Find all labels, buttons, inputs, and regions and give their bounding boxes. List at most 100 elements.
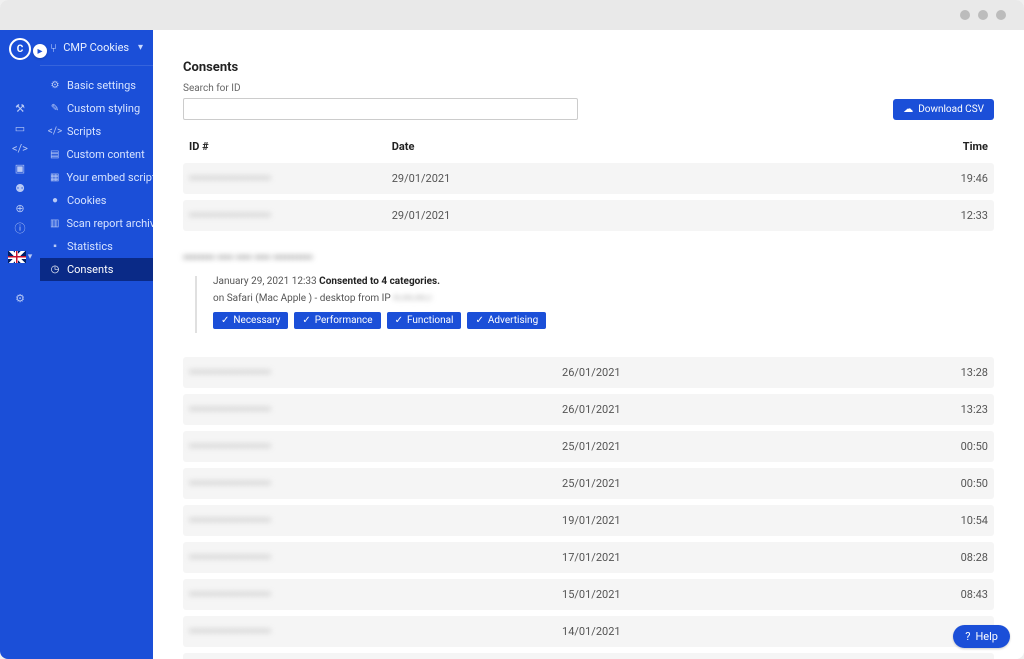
sidebar-item-basic-settings[interactable]: ⚙ Basic settings — [40, 74, 153, 97]
sidebar-item-label: Your embed script — [66, 171, 155, 184]
row-time: 00:50 — [837, 431, 994, 462]
rail-sitemap-icon[interactable]: ⚒ — [0, 98, 40, 118]
table-row[interactable]: ••••••••••••••••••••••29/01/202112:33 — [183, 200, 994, 231]
table-row[interactable]: ••••••••••••••••••••••14/01/2021 — [183, 653, 994, 659]
sidebar-item-label: Consents — [67, 263, 113, 276]
chevron-down-icon: ▾ — [138, 42, 143, 53]
row-time: 13:23 — [837, 394, 994, 425]
chip-label: Performance — [315, 315, 373, 326]
note-icon: ▤ — [50, 149, 59, 160]
row-id: •••••••••••••••••••••• — [189, 366, 271, 379]
check-icon: ✓ — [395, 315, 403, 326]
chip-label: Functional — [407, 315, 454, 326]
sidebar-item-label: Custom styling — [67, 102, 140, 115]
row-id: •••••••••••••••••••••• — [189, 403, 271, 416]
nav-rail: C ▸ ⚒▭</>▣⚉⊕ⓘ ▾ ⚙ — [0, 30, 40, 659]
sidebar-item-custom-content[interactable]: ▤ Custom content — [40, 143, 153, 166]
rail-users-icon[interactable]: ⚉ — [0, 178, 40, 198]
row-date: 19/01/2021 — [556, 505, 837, 536]
table-row[interactable]: ••••••••••••••••••••••15/01/202108:43 — [183, 579, 994, 610]
check-icon: ✓ — [302, 315, 310, 326]
chevron-down-icon: ▾ — [28, 252, 33, 262]
col-time: Time — [872, 136, 994, 157]
table-row[interactable]: ••••••••••••••••••••••25/01/202100:50 — [183, 431, 994, 462]
table-row[interactable]: ••••••••••••••••••••••29/01/202119:46 — [183, 163, 994, 194]
chip-label: Necessary — [233, 315, 280, 326]
cookie-icon: ● — [50, 195, 60, 206]
row-date: 14/01/2021 — [556, 653, 837, 659]
app-logo[interactable]: C — [9, 38, 31, 60]
titlebar — [0, 0, 1024, 30]
sidebar-brand[interactable]: ⑂ CMP Cookies ▾ — [40, 30, 153, 66]
sidebar-item-cookies[interactable]: ●Cookies — [40, 189, 153, 212]
sidebar-item-label: Basic settings — [67, 79, 136, 92]
sidebar-item-consents[interactable]: ◷Consents — [40, 258, 153, 281]
row-id: •••••••••••••••••••••• — [189, 172, 271, 185]
main-content: Consents Search for ID ☁ Download CSV ID… — [153, 30, 1024, 659]
row-id: •••••••••••••••••••••• — [189, 209, 271, 222]
rail-code-icon[interactable]: </> — [0, 138, 40, 158]
help-button[interactable]: ? Help — [953, 625, 1010, 648]
gear-icon: ⚙ — [15, 292, 25, 305]
table-row[interactable]: ••••••••••••••••••••••14/01/202117:37 — [183, 616, 994, 647]
table-row[interactable]: ••••••••••••••••••••••26/01/202113:28 — [183, 357, 994, 388]
row-time: 19:46 — [872, 163, 994, 194]
sidebar-brand-title: CMP Cookies — [63, 41, 132, 54]
help-label: Help — [975, 630, 998, 643]
detail-summary: January 29, 2021 12:33 Consented to 4 ca… — [213, 276, 994, 287]
consent-chips: ✓ Necessary ✓ Performance ✓ Functional ✓Advert… — [213, 312, 994, 329]
embed-icon: ▦ — [50, 172, 59, 183]
check-icon: ✓ — [221, 315, 229, 326]
detail-summary-bold: Consented to 4 categories. — [319, 276, 440, 287]
table-row[interactable]: ••••••••••••••••••••••26/01/202113:23 — [183, 394, 994, 425]
row-date: 15/01/2021 — [556, 579, 837, 610]
gear-icon: ⚙ — [50, 80, 60, 91]
window-dot — [960, 10, 970, 20]
row-id: •••••••••••••••••••••• — [189, 477, 271, 490]
consents-table-continued: ••••••••••••••••••••••26/01/202113:28•••… — [183, 351, 994, 659]
table-row[interactable]: •••••••••••••••••••••• 19/01/202110:54 — [183, 505, 994, 536]
row-date: 29/01/2021 — [386, 200, 873, 231]
sidebar-item-scripts[interactable]: </>Scripts — [40, 120, 153, 143]
sidebar: ⑂ CMP Cookies ▾ ⚙ Basic settings ✎Custom s… — [40, 30, 153, 659]
cloud-icon: ☁ — [903, 104, 913, 115]
consent-detail: •••••••• •••• •••• •••• •••••••••• Janua… — [183, 251, 994, 333]
help-icon: ? — [965, 630, 970, 643]
row-time: 10:54 — [837, 505, 994, 536]
table-row[interactable]: ••••••••••••••••••••••25/01/202100:50 — [183, 468, 994, 499]
detail-environment: on Safari (Mac Apple ) - desktop from IP… — [213, 293, 994, 304]
code-icon: </> — [50, 126, 60, 137]
sidebar-item-label: Statistics — [67, 240, 113, 253]
language-selector[interactable]: ▾ — [6, 248, 34, 266]
window-dot — [996, 10, 1006, 20]
search-input[interactable] — [183, 98, 578, 120]
collapse-sidebar-button[interactable]: ▸ — [33, 44, 47, 58]
row-time — [837, 653, 994, 659]
rail-info-icon[interactable]: ⓘ — [0, 218, 40, 238]
download-csv-button[interactable]: ☁ Download CSV — [893, 99, 994, 120]
chip-advertising: ✓Advertising — [467, 312, 546, 329]
row-time: 08:28 — [837, 542, 994, 573]
search-label: Search for ID — [183, 83, 578, 94]
row-id: •••••••••••••••••••••• — [189, 514, 271, 527]
sidebar-item-statistics[interactable]: ▪Statistics — [40, 235, 153, 258]
sidebar-item-label: Custom content — [66, 148, 144, 161]
download-csv-label: Download CSV — [918, 104, 984, 115]
detail-ip: ••.•••.•••.• — [393, 293, 431, 304]
rail-briefcase-icon[interactable]: ▭ — [0, 118, 40, 138]
detail-env-prefix: on Safari (Mac Apple ) - desktop from IP — [213, 293, 393, 304]
sidebar-item-your-embed-script[interactable]: ▦ Your embed script — [40, 166, 153, 189]
detail-id: •••••••• •••• •••• •••• •••••••••• — [183, 251, 313, 264]
rail-toolbox-icon[interactable]: ▣ — [0, 158, 40, 178]
page-title: Consents — [183, 60, 994, 75]
settings-rail-icon[interactable]: ⚙ — [0, 288, 40, 308]
col-date: Date — [386, 136, 873, 157]
row-date: 17/01/2021 — [556, 542, 837, 573]
detail-timestamp: January 29, 2021 12:33 — [213, 276, 319, 287]
rail-globe-icon[interactable]: ⊕ — [0, 198, 40, 218]
sidebar-item-custom-styling[interactable]: ✎Custom styling — [40, 97, 153, 120]
table-row[interactable]: ••••••••••••••••••••••17/01/202108:28 — [183, 542, 994, 573]
chip-functional: ✓ Functional — [387, 312, 462, 329]
sidebar-item-scan-report-archive[interactable]: ▥Scan report archive — [40, 212, 153, 235]
sidebar-item-label: Scan report archive — [66, 217, 161, 230]
